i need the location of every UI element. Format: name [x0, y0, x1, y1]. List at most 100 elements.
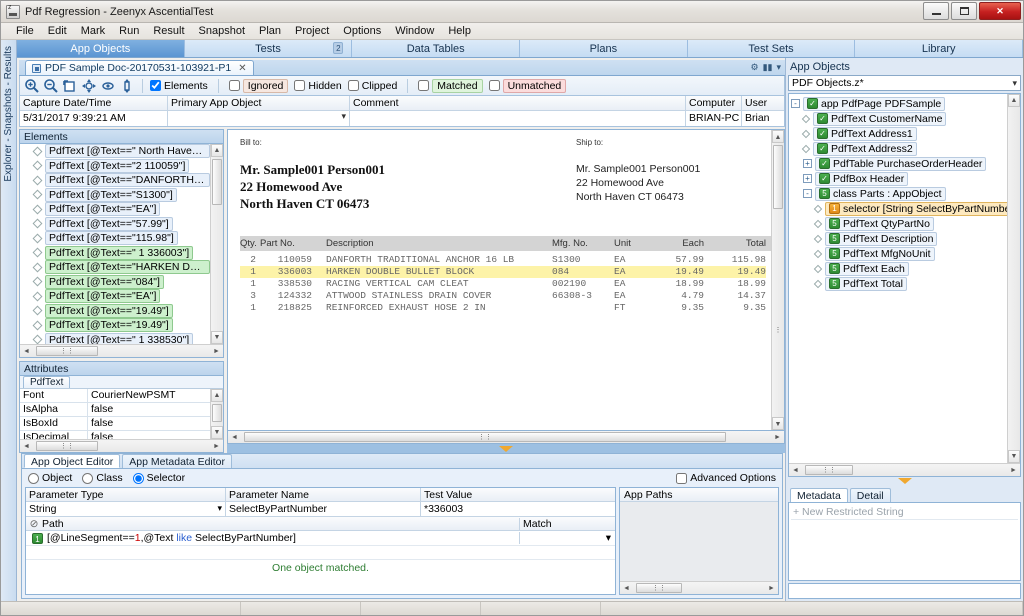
app-object-tag[interactable]: ✓ PdfText Address2 [813, 141, 917, 156]
attributes-hscrollbar[interactable]: ◄ ⋮⋮ ► [20, 439, 223, 452]
scroll-left-icon[interactable]: ◄ [20, 440, 33, 452]
tab-app-objects[interactable]: App Objects [17, 40, 185, 57]
element-list-item[interactable]: PdfText [@Text=="57.99"] [20, 216, 210, 232]
element-list-item[interactable]: PdfText [@Text=="19.49"] [20, 303, 210, 319]
app-object-tree-item[interactable]: - ✓ app PdfPage PDFSample [791, 96, 1007, 111]
minimize-button[interactable] [923, 2, 949, 20]
scrollbar-thumb[interactable]: ⋮⋮ [244, 432, 726, 442]
filter-clipped[interactable]: Clipped [347, 80, 397, 92]
advanced-options-checkbox[interactable]: Advanced Options [676, 472, 776, 484]
element-list-item[interactable]: PdfText [@Text=="084"] [20, 274, 210, 290]
app-paths-hscrollbar[interactable]: ◄ ⋮⋮ ► [620, 581, 778, 594]
app-object-tree-item[interactable]: + ✓ PdfTable PurchaseOrderHeader [791, 156, 1007, 171]
columns-icon[interactable]: ▮▮ [763, 62, 773, 73]
attribute-row[interactable]: IsDecimal false [20, 431, 210, 439]
scroll-up-icon[interactable]: ▲ [772, 130, 784, 143]
attribute-row[interactable]: IsAlpha false [20, 403, 210, 417]
scroll-down-icon[interactable]: ▼ [211, 426, 223, 439]
attributes-vscrollbar[interactable]: ▲ ▼ [210, 389, 223, 439]
pdf-snapshot-view[interactable]: Bill to: Mr. Sample001 Person001 22 Homew… [227, 129, 785, 431]
app-object-tree-item[interactable]: ✓ PdfText Address2 [791, 141, 1007, 156]
tab-app-object-editor[interactable]: App Object Editor [24, 454, 121, 468]
app-object-tree-item[interactable]: ✓ PdfText Address1 [791, 126, 1007, 141]
primary-app-object-select[interactable] [168, 111, 350, 126]
tab-plans[interactable]: Plans [520, 40, 688, 57]
expand-icon[interactable]: + [803, 159, 812, 168]
explorer-sidebar[interactable]: Explorer - Snapshots - Results [1, 40, 17, 601]
splitter-collapse-icon[interactable] [499, 445, 513, 452]
app-object-tag[interactable]: ✓ PdfText Address1 [813, 126, 917, 141]
filter-clipped-input[interactable] [347, 80, 359, 91]
filter-unmatched-input[interactable] [488, 80, 500, 91]
zoom-in-icon[interactable] [24, 78, 40, 94]
app-object-tree-item[interactable]: 5 PdfText QtyPartNo [791, 216, 1007, 231]
element-list-item[interactable]: PdfText [@Text=="EA"] [20, 202, 210, 217]
app-object-tree-item[interactable]: 5 PdfText Each [791, 261, 1007, 276]
chevron-down-icon[interactable]: ▾ [217, 503, 222, 514]
scroll-right-icon[interactable]: ► [765, 582, 778, 594]
fit-both-icon[interactable] [81, 78, 97, 94]
scroll-up-icon[interactable]: ▲ [211, 389, 223, 402]
element-list-item[interactable]: PdfText [@Text=="HARKEN DOUBLE BUL [20, 260, 210, 275]
menu-item-snapshot[interactable]: Snapshot [192, 24, 252, 38]
scrollbar-thumb[interactable] [212, 159, 222, 205]
elements-hscrollbar[interactable]: ◄ ⋮⋮ ► [20, 344, 223, 357]
metadata-body[interactable]: + New Restricted String [788, 502, 1021, 581]
filter-elements[interactable]: Elements [150, 80, 208, 92]
element-list-item[interactable]: PdfText [@Text=="19.49"] [20, 318, 210, 333]
app-object-tag[interactable]: 5 PdfText Description [825, 231, 938, 246]
scroll-down-icon[interactable]: ▼ [211, 331, 223, 344]
app-object-tag[interactable]: ✓ app PdfPage PDFSample [803, 96, 946, 111]
menu-item-window[interactable]: Window [388, 24, 441, 38]
element-list-item[interactable]: PdfText [@Text==" 1 338530"] [20, 332, 210, 344]
radio-selector[interactable]: Selector [132, 472, 185, 484]
scroll-right-icon[interactable]: ► [210, 440, 223, 452]
scroll-up-icon[interactable]: ▲ [211, 144, 223, 157]
path-empty-row[interactable] [26, 546, 615, 560]
radio-object-input[interactable] [28, 472, 39, 484]
scroll-right-icon[interactable]: ► [1007, 464, 1020, 476]
app-object-tree-item[interactable]: + ✓ PdfBox Header [791, 171, 1007, 186]
zoom-out-icon[interactable] [43, 78, 59, 94]
app-objects-file-select[interactable]: PDF Objects.z* ▾ [788, 75, 1021, 91]
parameter-type-select[interactable]: String ▾ [26, 502, 226, 516]
scrollbar-thumb[interactable]: ⋮⋮ [36, 441, 98, 451]
fit-width-icon[interactable] [100, 78, 116, 94]
filter-unmatched[interactable]: Unmatched [488, 78, 567, 93]
radio-class-input[interactable] [82, 472, 94, 484]
maximize-button[interactable] [951, 2, 977, 20]
expand-icon[interactable]: + [803, 174, 812, 183]
tab-data-tables[interactable]: Data Tables [352, 40, 521, 57]
scrollbar-thumb[interactable]: ⋮⋮ [36, 346, 98, 356]
app-object-tag[interactable]: 5 class Parts : AppObject [815, 186, 946, 201]
app-objects-tree[interactable]: - ✓ app PdfPage PDFSample ✓ PdfText Customer… [789, 94, 1020, 463]
elements-vscrollbar[interactable]: ▲ ▼ [210, 144, 223, 344]
scroll-down-icon[interactable]: ▼ [772, 417, 784, 430]
app-object-tag[interactable]: ✓ PdfTable PurchaseOrderHeader [815, 156, 987, 171]
tab-pdftext[interactable]: PdfText [23, 376, 71, 388]
menu-item-project[interactable]: Project [288, 24, 336, 38]
element-list-item[interactable]: PdfText [@Text=="2 110059"] [20, 158, 210, 174]
scroll-left-icon[interactable]: ◄ [228, 431, 241, 443]
scrollbar-thumb[interactable]: ⋮⋮ [636, 583, 682, 593]
menu-item-plan[interactable]: Plan [252, 24, 288, 38]
tab-test-sets[interactable]: Test Sets [687, 40, 856, 57]
app-object-tag[interactable]: 1 selector [String SelectByPartNumber] [825, 201, 1020, 216]
scroll-left-icon[interactable]: ◄ [620, 582, 633, 594]
radio-class[interactable]: Class [82, 472, 123, 484]
advanced-options-input[interactable] [676, 472, 688, 484]
test-value-input[interactable]: *336003 [421, 502, 615, 516]
scrollbar-thumb[interactable] [212, 404, 222, 422]
tab-detail[interactable]: Detail [849, 488, 891, 502]
element-list-item[interactable]: PdfText [@Text=="S1300"] [20, 187, 210, 203]
scrollbar-thumb[interactable] [773, 145, 783, 209]
menu-item-file[interactable]: File [9, 24, 41, 38]
tab-library[interactable]: Library [855, 40, 1024, 57]
menu-item-edit[interactable]: Edit [41, 24, 74, 38]
collapse-icon[interactable]: - [791, 99, 800, 108]
pdf-vscrollbar[interactable]: ▲ ⋮ ▼ [771, 130, 784, 430]
tree-vscrollbar[interactable]: ▲ ▼ [1007, 94, 1020, 463]
scroll-left-icon[interactable]: ◄ [789, 464, 802, 476]
element-list-item[interactable]: PdfText [@Text=="DANFORTH TRADITI [20, 173, 210, 188]
tab-metadata[interactable]: Metadata [790, 488, 848, 502]
